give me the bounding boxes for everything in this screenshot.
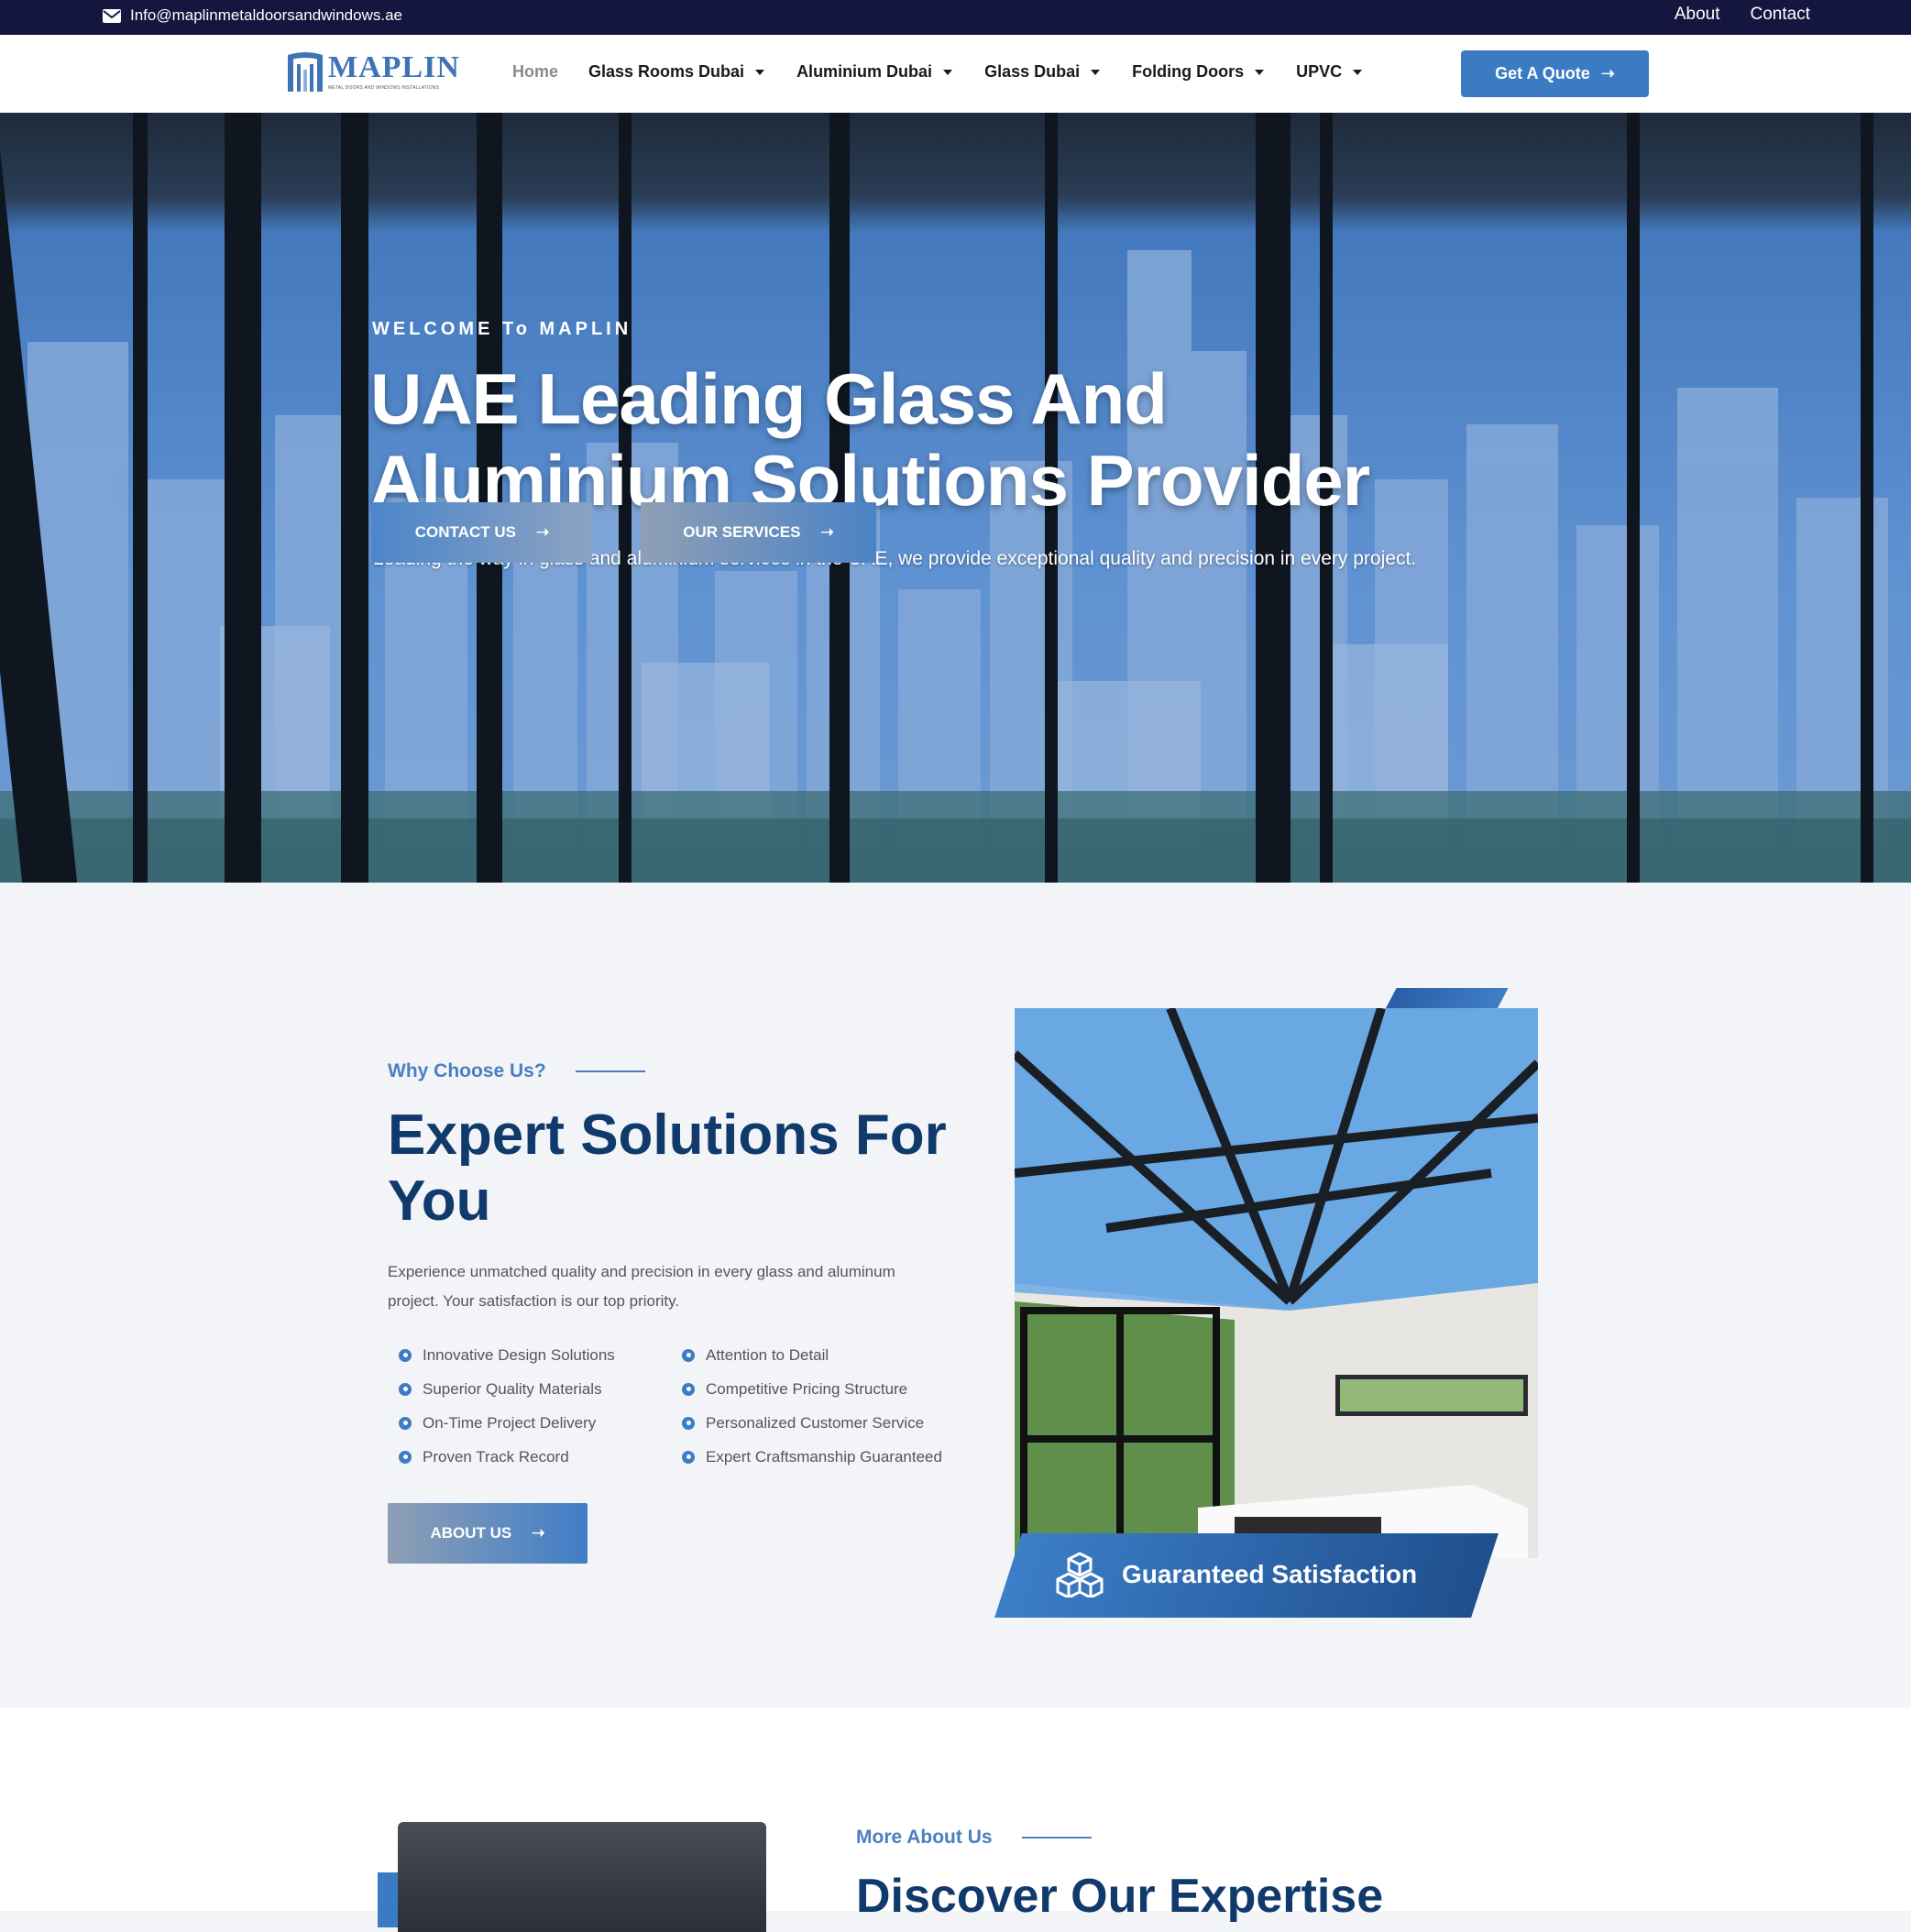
feature-label: Expert Craftsmanship Guaranteed: [706, 1447, 942, 1465]
logo-tagline: METAL DOORS AND WINDOWS INSTALLATIONS: [328, 85, 440, 91]
feature-label: Superior Quality Materials: [423, 1379, 602, 1398]
divider-line: [1021, 1837, 1092, 1839]
why-eyebrow-text: Why Choose Us?: [388, 1060, 546, 1081]
window-mullion: [225, 113, 261, 883]
nav-item-glass[interactable]: Glass Dubai: [984, 62, 1101, 82]
window-mullion: [1861, 113, 1873, 883]
get-quote-button[interactable]: Get A Quote ➝: [1461, 50, 1649, 97]
bullet-icon: [399, 1348, 412, 1362]
main-nav: MAPLIN METAL DOORS AND WINDOWS INSTALLAT…: [0, 35, 1911, 113]
bullet-icon: [399, 1416, 412, 1430]
get-quote-label: Get A Quote: [1495, 64, 1590, 82]
bullet-icon: [682, 1416, 695, 1430]
about-us-label: ABOUT US: [430, 1524, 512, 1542]
list-item: On-Time Project Delivery: [399, 1413, 615, 1433]
nav-item-glass-rooms[interactable]: Glass Rooms Dubai: [588, 62, 765, 82]
why-description: Experience unmatched quality and precisi…: [388, 1263, 895, 1310]
nav-label: UPVC: [1296, 62, 1343, 81]
chevron-down-icon: [1255, 69, 1265, 75]
why-title: Expert Solutions For You: [388, 1103, 947, 1233]
why-eyebrow: Why Choose Us?: [388, 1060, 645, 1082]
nav-item-home[interactable]: Home: [512, 62, 558, 82]
hero-section: WELCOME To MAPLIN UAE Leading Glass And …: [0, 113, 1911, 883]
topbar-link-contact[interactable]: Contact: [1751, 5, 1810, 25]
divider-line: [575, 1070, 645, 1072]
logo[interactable]: MAPLIN METAL DOORS AND WINDOWS INSTALLAT…: [286, 49, 460, 93]
list-item: Expert Craftsmanship Guaranteed: [682, 1447, 942, 1466]
satisfaction-label: Guaranteed Satisfaction: [1122, 1560, 1418, 1588]
glass-room-photo: [1015, 1008, 1538, 1558]
nav-label: Glass Dubai: [984, 62, 1081, 81]
chevron-down-icon: [1091, 69, 1101, 75]
feature-list-left: Innovative Design Solutions Superior Qua…: [399, 1345, 615, 1466]
about-us-button[interactable]: ABOUT US ➝: [388, 1503, 588, 1564]
our-services-button[interactable]: OUR SERVICES ➝: [641, 502, 876, 563]
why-choose-section: Why Choose Us? Expert Solutions For You …: [0, 883, 1911, 1707]
our-services-label: OUR SERVICES: [683, 523, 801, 541]
chevron-down-icon: [1353, 69, 1363, 75]
feature-label: Competitive Pricing Structure: [706, 1379, 908, 1398]
more-eyebrow: More About Us: [856, 1827, 1092, 1849]
nav-label: Folding Doors: [1132, 62, 1245, 81]
feature-label: On-Time Project Delivery: [423, 1413, 597, 1432]
chevron-down-icon: [755, 69, 765, 75]
nav-item-folding-doors[interactable]: Folding Doors: [1132, 62, 1265, 82]
arrow-right-icon: ➝: [532, 1524, 545, 1542]
bullet-icon: [399, 1450, 412, 1464]
bullet-icon: [682, 1382, 695, 1396]
nav-label: Glass Rooms Dubai: [588, 62, 745, 81]
list-item: Superior Quality Materials: [399, 1379, 615, 1399]
contact-us-label: CONTACT US: [414, 523, 516, 541]
cubes-icon: [1056, 1552, 1104, 1597]
more-eyebrow-text: More About Us: [856, 1827, 993, 1848]
nav-label: Aluminium Dubai: [796, 62, 933, 81]
list-item: Proven Track Record: [399, 1447, 615, 1466]
hero-title-line1: UAE Leading Glass And: [370, 358, 1168, 439]
feature-label: Attention to Detail: [706, 1345, 829, 1364]
more-about-section: More About Us Discover Our Expertise: [0, 1707, 1911, 1932]
envelope-icon: [103, 8, 121, 23]
hero-eyebrow: WELCOME To MAPLIN: [372, 319, 632, 339]
window-mullion: [341, 113, 368, 883]
decorative-accent: [378, 1872, 398, 1927]
hero-title: UAE Leading Glass And Aluminium Solution…: [370, 358, 1378, 521]
glass-room-image: [1015, 1008, 1538, 1558]
list-item: Personalized Customer Service: [682, 1413, 942, 1433]
topbar-link-about[interactable]: About: [1675, 5, 1720, 25]
bullet-icon: [682, 1450, 695, 1464]
feature-label: Proven Track Record: [423, 1447, 569, 1465]
window-mullion: [1627, 113, 1640, 883]
arrow-right-icon: ➝: [535, 523, 550, 541]
chevron-down-icon: [943, 69, 953, 75]
email-text[interactable]: Info@maplinmetaldoorsandwindows.ae: [130, 6, 402, 25]
nav-item-upvc[interactable]: UPVC: [1296, 62, 1363, 82]
logo-mark-icon: [288, 52, 323, 92]
contact-us-button[interactable]: CONTACT US ➝: [372, 502, 592, 563]
list-item: Competitive Pricing Structure: [682, 1379, 942, 1399]
hero-ceiling: [0, 113, 1911, 232]
window-mullion: [133, 113, 148, 883]
bullet-icon: [682, 1348, 695, 1362]
feature-label: Personalized Customer Service: [706, 1413, 925, 1432]
feature-list-right: Attention to Detail Competitive Pricing …: [682, 1345, 942, 1466]
topbar-email[interactable]: Info@maplinmetaldoorsandwindows.ae: [103, 6, 402, 25]
top-bar: Info@maplinmetaldoorsandwindows.ae About…: [0, 0, 1911, 35]
about-image: [398, 1822, 766, 1932]
list-item: Innovative Design Solutions: [399, 1345, 615, 1365]
logo-word: MAPLIN: [328, 50, 460, 84]
nav-item-aluminium[interactable]: Aluminium Dubai: [796, 62, 953, 82]
bullet-icon: [399, 1382, 412, 1396]
arrow-right-icon: ➝: [820, 523, 834, 541]
feature-label: Innovative Design Solutions: [423, 1345, 615, 1364]
arrow-right-icon: ➝: [1600, 64, 1615, 82]
more-title: Discover Our Expertise: [856, 1870, 1384, 1923]
list-item: Attention to Detail: [682, 1345, 942, 1365]
nav-menu: Home Glass Rooms Dubai Aluminium Dubai G…: [512, 62, 1394, 82]
nav-label: Home: [512, 62, 559, 81]
satisfaction-badge-content: Guaranteed Satisfaction: [1054, 1552, 1417, 1597]
